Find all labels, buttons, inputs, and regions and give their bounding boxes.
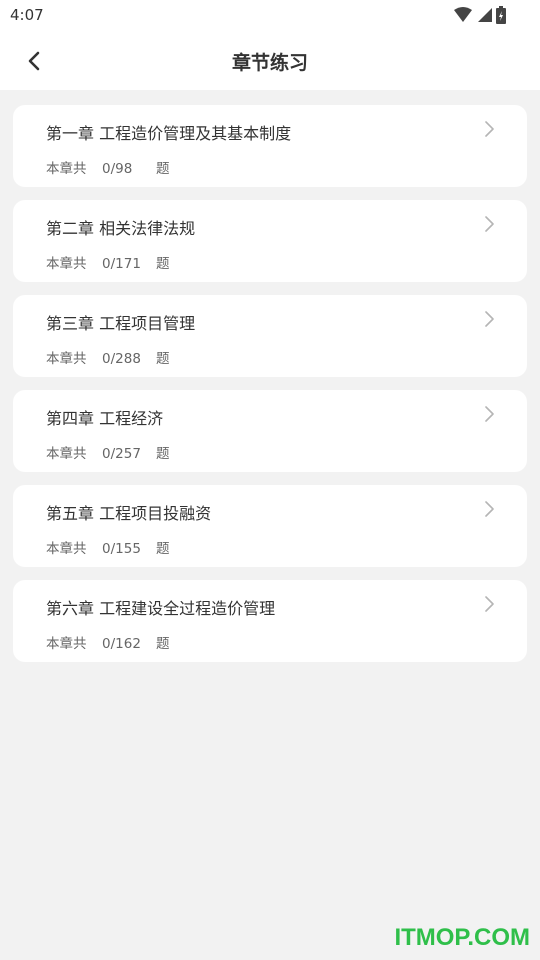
chapter-meta: 本章共 0/171 题 (46, 252, 170, 272)
chapter-card-6[interactable]: 第六章 工程建设全过程造价管理 本章共 0/162 题 (13, 580, 527, 662)
app-bar: 章节练习 (0, 32, 540, 90)
question-count-label: 本章共 (46, 446, 87, 462)
status-bar: 4:07 (0, 0, 540, 32)
chapter-meta: 本章共 0/257 题 (46, 442, 170, 462)
wifi-icon (454, 7, 472, 22)
chevron-right-icon (485, 406, 494, 422)
chevron-right-icon (485, 501, 494, 517)
status-icons (454, 6, 506, 24)
chapter-card-5[interactable]: 第五章 工程项目投融资 本章共 0/155 题 (13, 485, 527, 567)
question-count: 0/288 (102, 351, 141, 367)
chapter-card-2[interactable]: 第二章 相关法律法规 本章共 0/171 题 (13, 200, 527, 282)
question-unit: 题 (156, 446, 170, 462)
chapter-title: 第三章 工程项目管理 (46, 314, 196, 333)
question-unit: 题 (156, 636, 170, 652)
question-count-label: 本章共 (46, 541, 87, 557)
chapter-meta: 本章共 0/288 题 (46, 347, 170, 367)
chapter-card-3[interactable]: 第三章 工程项目管理 本章共 0/288 题 (13, 295, 527, 377)
question-count-label: 本章共 (46, 256, 87, 272)
chapter-meta: 本章共 0/155 题 (46, 537, 170, 557)
watermark-logo: ITMOP.COM (394, 924, 530, 951)
chapter-title: 第六章 工程建设全过程造价管理 (46, 599, 276, 618)
question-count: 0/98 (102, 161, 133, 177)
chapter-meta: 本章共 0/98 题 (46, 157, 170, 177)
question-count: 0/171 (102, 256, 141, 272)
cellular-signal-icon (478, 8, 492, 22)
page-title: 章节练习 (231, 52, 308, 74)
chevron-right-icon (485, 596, 494, 612)
chapter-list: 第一章 工程造价管理及其基本制度 本章共 0/98 题 第二章 相关法律法规 本章共… (13, 105, 527, 675)
question-count: 0/257 (102, 446, 141, 462)
chapter-title: 第一章 工程造价管理及其基本制度 (46, 124, 292, 143)
chevron-right-icon (485, 311, 494, 327)
chapter-title: 第二章 相关法律法规 (46, 219, 196, 238)
question-unit: 题 (156, 541, 170, 557)
chapter-title: 第五章 工程项目投融资 (46, 504, 212, 523)
question-unit: 题 (156, 161, 170, 177)
question-count-label: 本章共 (46, 351, 87, 367)
chapter-card-4[interactable]: 第四章 工程经济 本章共 0/257 题 (13, 390, 527, 472)
chapter-card-1[interactable]: 第一章 工程造价管理及其基本制度 本章共 0/98 题 (13, 105, 527, 187)
question-count-label: 本章共 (46, 161, 87, 177)
question-unit: 题 (156, 351, 170, 367)
chevron-right-icon (485, 216, 494, 232)
chevron-right-icon (485, 121, 494, 137)
question-count: 0/162 (102, 636, 141, 652)
question-count-label: 本章共 (46, 636, 87, 652)
question-count: 0/155 (102, 541, 141, 557)
chapter-meta: 本章共 0/162 题 (46, 632, 170, 652)
status-time: 4:07 (10, 6, 44, 24)
battery-icon (496, 6, 506, 24)
chapter-title: 第四章 工程经济 (46, 409, 164, 428)
question-unit: 题 (156, 256, 170, 272)
